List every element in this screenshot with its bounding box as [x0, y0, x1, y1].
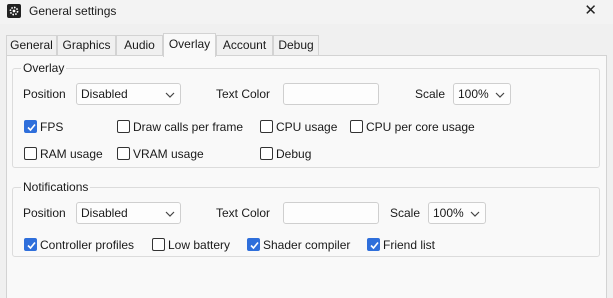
checkbox-box [350, 120, 363, 133]
debug-label: Debug [276, 147, 312, 161]
checkbox-box [24, 147, 37, 160]
tab-overlay[interactable]: Overlay [163, 33, 216, 57]
gear-icon [7, 4, 21, 18]
checkbox-box [117, 147, 130, 160]
notifications-group: Notifications Position Disabled Text Col… [12, 180, 600, 257]
overlay-scale-select[interactable]: 100% [453, 83, 511, 105]
notifications-text-color-label: Text Color [216, 206, 271, 220]
checkbox-box [247, 238, 260, 251]
checkbox-box [260, 147, 273, 160]
low-battery-label: Low battery [168, 238, 231, 252]
vram-usage-label: VRAM usage [133, 147, 204, 161]
overlay-scale-label: Scale [415, 87, 446, 101]
tab-graphics[interactable]: Graphics [57, 35, 116, 56]
chevron-down-icon [165, 89, 175, 99]
chevron-down-icon [470, 208, 480, 218]
notifications-text-color-input[interactable] [283, 202, 379, 224]
overlay-position-select[interactable]: Disabled [76, 83, 181, 105]
notifications-scale-select[interactable]: 100% [428, 202, 486, 224]
shader-compiler-label: Shader compiler [263, 238, 351, 252]
checkmark-icon [250, 241, 259, 250]
notifications-position-value: Disabled [81, 206, 128, 220]
overlay-group-title: Overlay [21, 61, 67, 75]
title-bar: General settings ✕ [0, 0, 613, 24]
checkbox-box [24, 120, 37, 133]
notifications-position-select[interactable]: Disabled [76, 202, 181, 224]
overlay-text-color-input[interactable] [283, 83, 379, 105]
checkbox-box [24, 238, 37, 251]
tab-debug[interactable]: Debug [273, 35, 319, 56]
cpu-per-core-label: CPU per core usage [366, 120, 475, 134]
checkmark-icon [27, 123, 36, 132]
chevron-down-icon [165, 208, 175, 218]
draw-calls-label: Draw calls per frame [133, 120, 244, 134]
tab-audio[interactable]: Audio [116, 35, 163, 56]
notifications-group-title: Notifications [21, 180, 91, 194]
notifications-scale-label: Scale [390, 206, 421, 220]
checkbox-box [117, 120, 130, 133]
checkmark-icon [27, 241, 36, 250]
overlay-position-label: Position [23, 87, 66, 101]
overlay-group: Overlay Position Disabled Text Color Sca… [12, 61, 600, 168]
controller-profiles-label: Controller profiles [40, 238, 135, 252]
tab-panel: Overlay Position Disabled Text Color Sca… [6, 55, 607, 298]
notifications-scale-value: 100% [433, 206, 464, 220]
close-icon[interactable]: ✕ [584, 1, 597, 19]
ram-usage-label: RAM usage [40, 147, 103, 161]
cpu-usage-label: CPU usage [276, 120, 338, 134]
checkbox-box [367, 238, 380, 251]
notifications-position-label: Position [23, 206, 66, 220]
window-title: General settings [29, 4, 117, 18]
overlay-position-value: Disabled [81, 87, 128, 101]
checkmark-icon [370, 241, 379, 250]
overlay-scale-value: 100% [458, 87, 489, 101]
checkbox-box [260, 120, 273, 133]
checkbox-box [152, 238, 165, 251]
overlay-text-color-label: Text Color [216, 87, 271, 101]
tab-general[interactable]: General [6, 35, 57, 56]
fps-label: FPS [40, 120, 64, 134]
chevron-down-icon [495, 89, 505, 99]
tab-bar: General Graphics Audio Overlay Account D… [6, 33, 606, 57]
tab-account[interactable]: Account [216, 35, 273, 56]
friend-list-label: Friend list [383, 238, 436, 252]
